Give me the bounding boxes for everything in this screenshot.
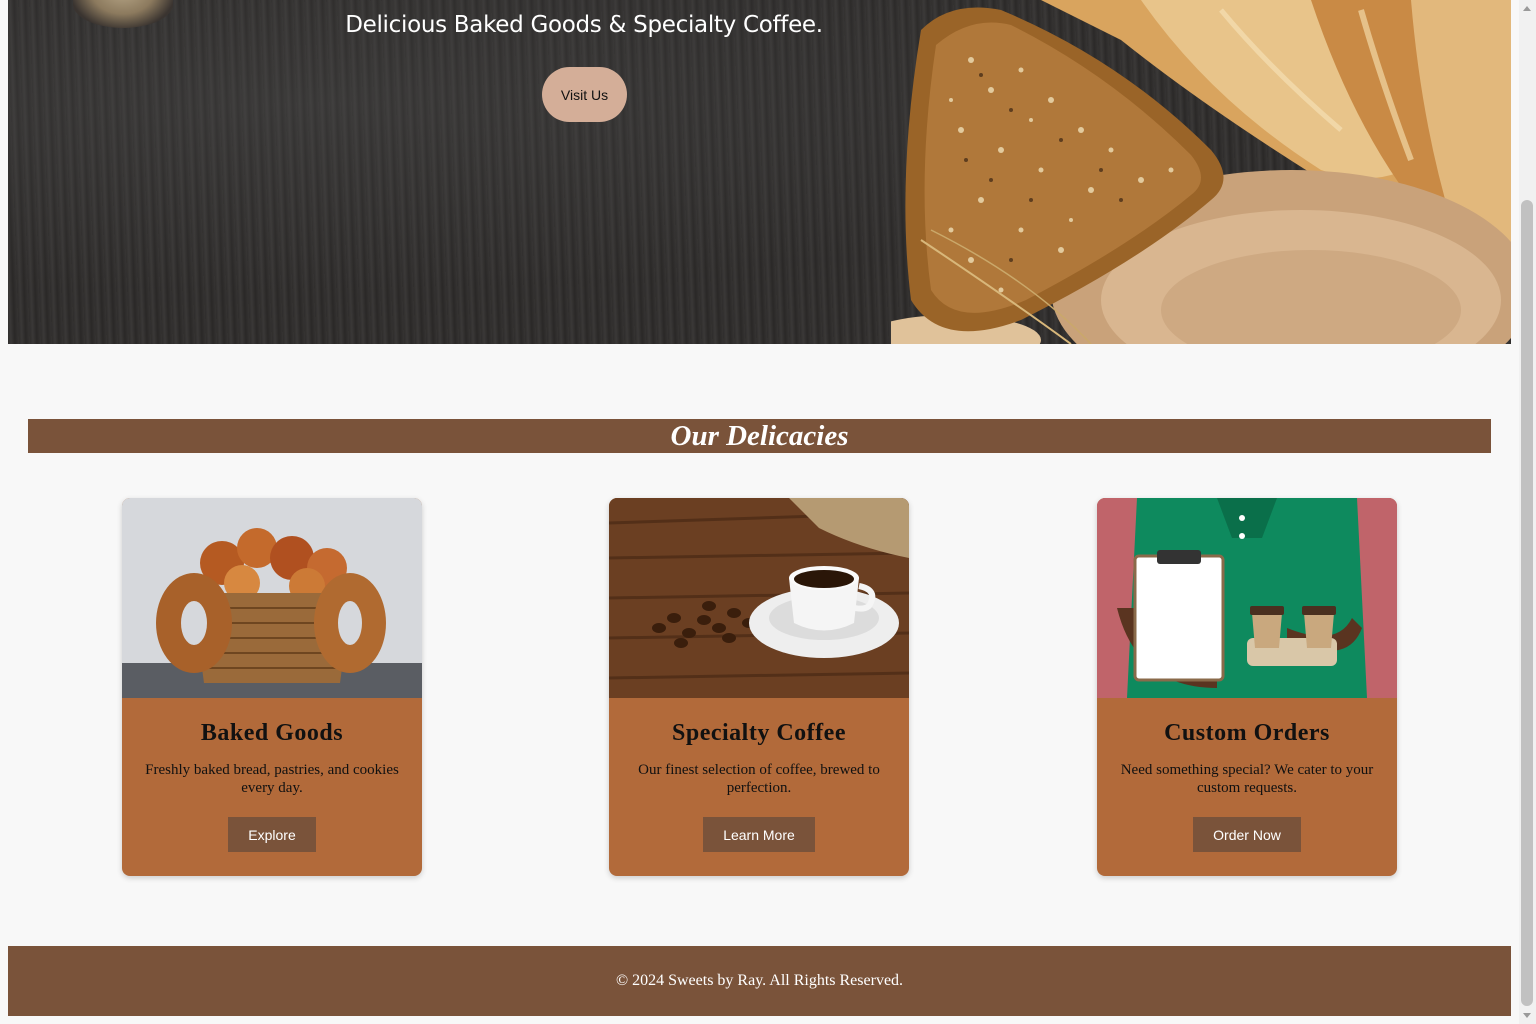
baked-goods-image [122, 498, 422, 698]
specialty-coffee-image [609, 498, 909, 698]
hero-bread-image [891, 0, 1511, 344]
order-now-button[interactable]: Order Now [1193, 817, 1301, 852]
card-custom-orders: Custom Orders Need something special? We… [1097, 498, 1397, 876]
scroll-up-arrow-icon[interactable] [1523, 6, 1531, 11]
section-title: Our Delicacies [670, 420, 849, 452]
card-title: Baked Goods [200, 720, 344, 746]
card-specialty-coffee: Specialty Coffee Our finest selection of… [609, 498, 909, 876]
card-title: Custom Orders [1164, 720, 1330, 746]
footer-copyright: © 2024 Sweets by Ray. All Rights Reserve… [615, 972, 904, 989]
section-title-banner: Our Delicacies [28, 419, 1491, 453]
hero-banner: Delicious Baked Goods & Specialty Coffee… [8, 0, 1511, 344]
footer: © 2024 Sweets by Ray. All Rights Reserve… [8, 946, 1511, 1016]
card-description: Freshly baked bread, pastries, and cooki… [145, 762, 399, 796]
card-baked-goods: Baked Goods Freshly baked bread, pastrie… [122, 498, 422, 876]
custom-orders-image [1097, 498, 1397, 698]
page: Delicious Baked Goods & Specialty Coffee… [8, 0, 1511, 1024]
card-title: Specialty Coffee [672, 720, 846, 746]
learn-more-button[interactable]: Learn More [703, 817, 815, 852]
hero-title: Delicious Baked Goods & Specialty Coffee… [345, 12, 823, 38]
scrollbar-thumb[interactable] [1521, 200, 1533, 1006]
card-description: Need something special? We cater to your… [1120, 762, 1374, 796]
vertical-scrollbar[interactable] [1519, 0, 1536, 1024]
card-description: Our finest selection of coffee, brewed t… [638, 762, 880, 796]
scroll-down-arrow-icon[interactable] [1523, 1013, 1531, 1018]
visit-us-button[interactable]: Visit Us [542, 67, 627, 122]
explore-button[interactable]: Explore [228, 817, 316, 852]
